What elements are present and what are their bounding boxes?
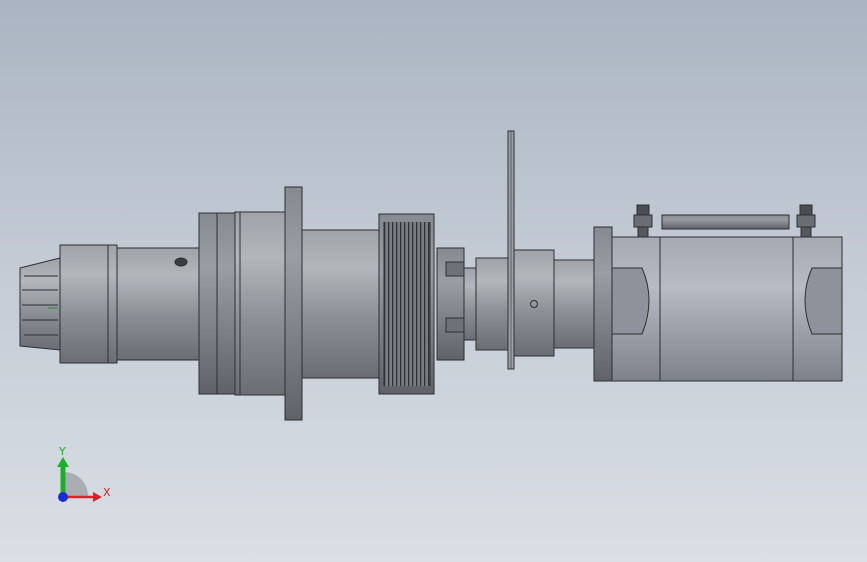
fitting-right xyxy=(796,204,816,238)
y-axis-label: Y xyxy=(58,445,66,458)
cad-viewport[interactable]: Y X xyxy=(0,0,867,562)
coupling-body xyxy=(475,257,511,351)
flange-ring-2 xyxy=(216,212,236,395)
y-axis-arrow xyxy=(57,457,69,467)
motor-pad-right xyxy=(804,267,843,335)
flange-ring-1 xyxy=(198,212,218,395)
spindle-assembly-icon[interactable] xyxy=(19,130,843,421)
motor-shaft-collar xyxy=(553,259,595,349)
fitting-left xyxy=(633,204,653,238)
bearing-housing xyxy=(234,211,286,396)
axis-triad: Y X xyxy=(57,445,111,502)
motor-flange xyxy=(593,226,613,382)
collet-nose xyxy=(19,257,61,351)
triad-arc xyxy=(64,472,88,496)
motor-pad-left xyxy=(611,267,650,335)
x-axis-label: X xyxy=(103,486,111,499)
z-axis-dot xyxy=(58,492,68,502)
x-axis-arrow xyxy=(93,492,102,502)
coupling-sleeve xyxy=(463,267,477,341)
housing-sleeve xyxy=(301,229,380,379)
motor-bar xyxy=(661,214,790,230)
spindle-body xyxy=(116,247,200,361)
adapter-body xyxy=(513,249,555,357)
mount-plate xyxy=(284,186,303,421)
spindle-hole xyxy=(174,257,188,267)
